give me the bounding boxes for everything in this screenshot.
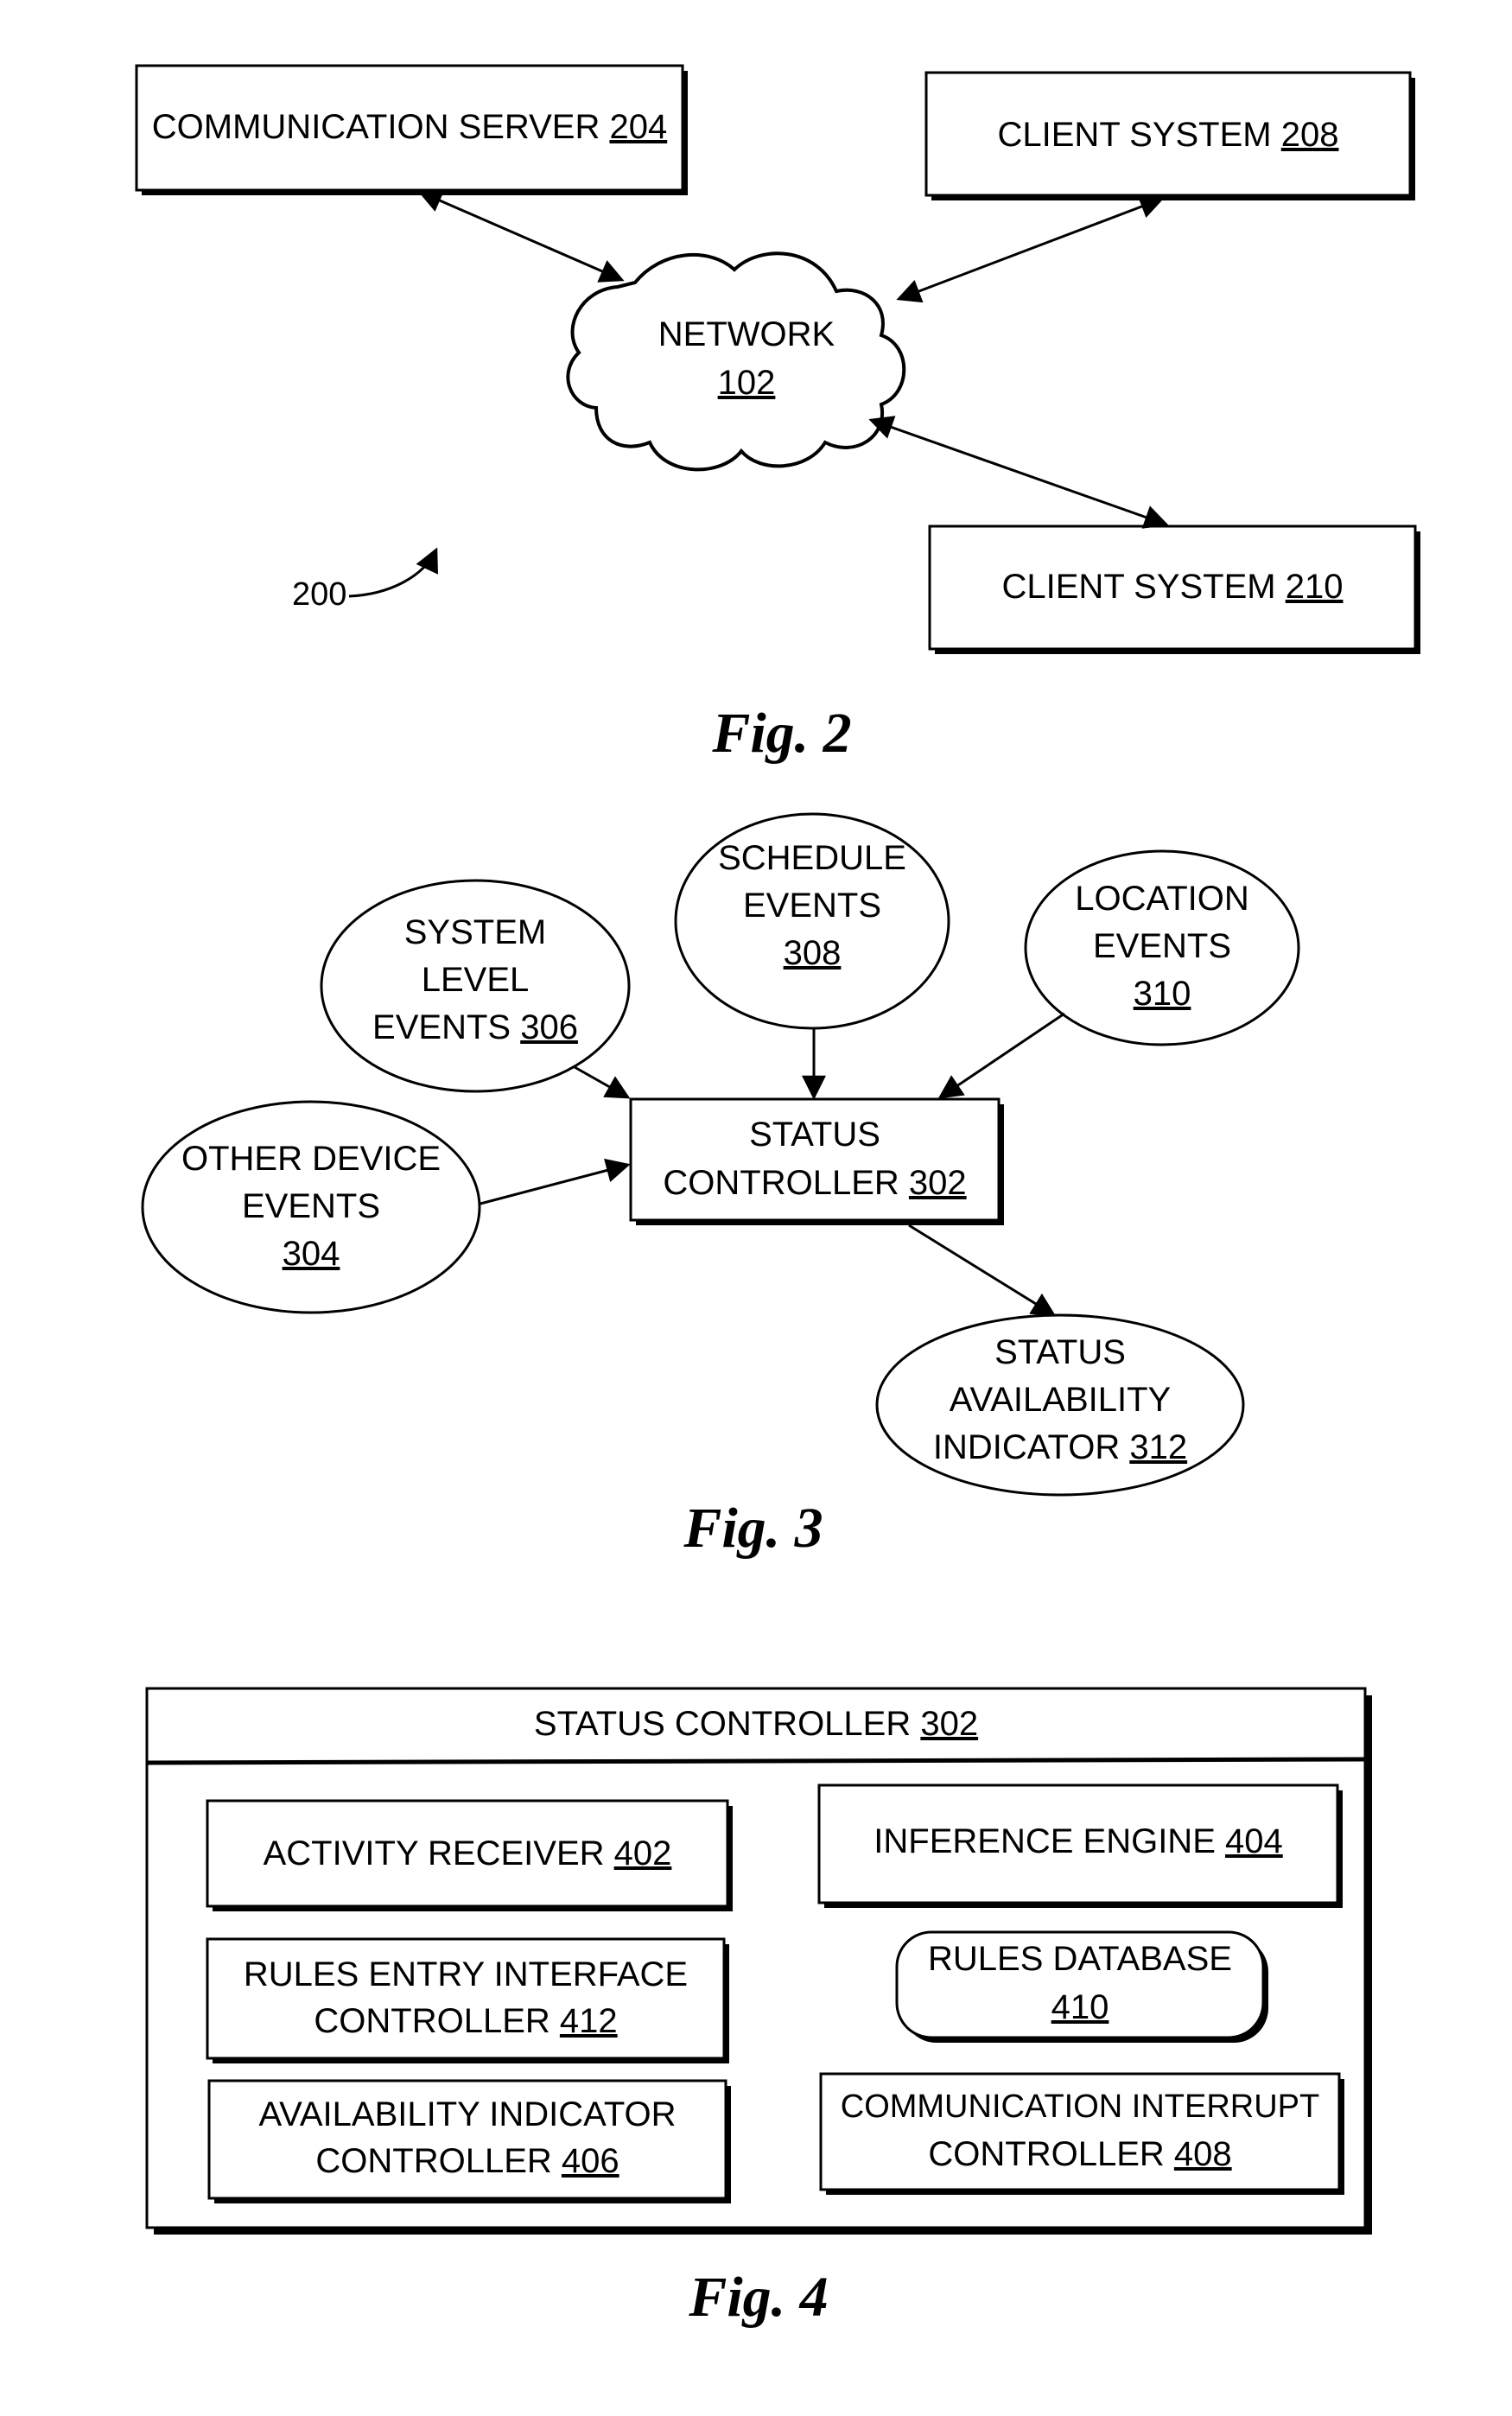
component-label-line: COMMUNICATION INTERRUPT [841, 2089, 1320, 2125]
node-client-system-210: CLIENT SYSTEM 210 [928, 525, 1420, 654]
svg-text:COMMUNICATION SERVER 204: COMMUNICATION SERVER 204 [152, 108, 667, 146]
figure-4: STATUS CONTROLLER 302 ACTIVITY RECEIVER … [145, 1687, 1372, 2329]
component-label: ACTIVITY RECEIVER [264, 1834, 614, 1872]
network-ref: 102 [718, 364, 776, 402]
node-ref: 204 [609, 108, 667, 146]
node-label-line: OTHER DEVICE [181, 1140, 441, 1178]
component-availability-indicator-controller: AVAILABILITY INDICATOR CONTROLLER 406 [207, 2079, 731, 2203]
node-label: COMMUNICATION SERVER [152, 108, 610, 146]
component-activity-receiver: ACTIVITY RECEIVER 402 [206, 1799, 733, 1911]
node-label-line: LEVEL [422, 961, 530, 999]
figure-3: SYSTEM LEVEL EVENTS 306 SCHEDULE EVENTS … [141, 812, 1300, 1560]
svg-text:INFERENCE ENGINE 404: INFERENCE ENGINE 404 [874, 1822, 1282, 1860]
node-status-availability-indicator: STATUS AVAILABILITY INDICATOR 312 [875, 1313, 1245, 1497]
node-label-line: LOCATION [1075, 880, 1249, 918]
svg-text:EVENTS 306: EVENTS 306 [372, 1008, 578, 1046]
edge-location-to-controller [937, 1012, 1065, 1099]
node-ref: 208 [1281, 116, 1339, 154]
component-ref: 410 [1051, 1988, 1109, 2026]
figure-caption: Fig. 4 [688, 2266, 828, 2329]
node-location-events: LOCATION EVENTS 310 [1024, 849, 1300, 1046]
node-label: CLIENT SYSTEM [1002, 568, 1286, 606]
node-ref: 308 [784, 934, 842, 972]
reference-200: 200 [292, 547, 438, 613]
edge-client208-network [896, 194, 1165, 303]
node-ref: 310 [1134, 975, 1191, 1013]
node-label-line: EVENTS [1093, 927, 1231, 965]
component-ref: 408 [1174, 2135, 1232, 2173]
component-label: INFERENCE ENGINE [874, 1822, 1225, 1860]
node-schedule-events: SCHEDULE EVENTS 308 [674, 812, 950, 1030]
node-label-line: EVENTS [242, 1187, 380, 1225]
node-ref: 304 [283, 1235, 340, 1273]
component-label-line: RULES ENTRY INTERFACE [244, 1955, 688, 1993]
node-ref: 302 [909, 1164, 967, 1202]
edge-other-device-to-controller [480, 1158, 631, 1205]
edge-system-level-to-controller [574, 1065, 631, 1099]
component-ref: 412 [560, 2002, 618, 2040]
node-label-line: INDICATOR [933, 1428, 1129, 1466]
node-ref: 210 [1286, 568, 1344, 606]
component-rules-database: RULES DATABASE 410 [895, 1930, 1268, 2043]
node-other-device-events: OTHER DEVICE EVENTS 304 [141, 1100, 481, 1314]
reference-number: 200 [292, 576, 346, 613]
component-label-line: CONTROLLER [314, 2002, 560, 2040]
node-system-level-events: SYSTEM LEVEL EVENTS 306 [320, 879, 631, 1093]
component-ref: 404 [1225, 1822, 1283, 1860]
component-rules-entry-interface-controller: RULES ENTRY INTERFACE CONTROLLER 412 [206, 1937, 729, 2063]
container-ref: 302 [920, 1705, 978, 1743]
node-network-cloud: NETWORK 102 [566, 251, 906, 472]
component-inference-engine: INFERENCE ENGINE 404 [817, 1783, 1343, 1908]
component-label-line: AVAILABILITY INDICATOR [258, 2095, 676, 2133]
component-label-line: RULES DATABASE [928, 1940, 1232, 1978]
node-label-line: EVENTS [372, 1008, 520, 1046]
svg-text:INDICATOR 312: INDICATOR 312 [933, 1428, 1187, 1466]
figure-caption: Fig. 2 [711, 702, 851, 765]
container-label: STATUS CONTROLLER [534, 1705, 920, 1743]
figure-2: COMMUNICATION SERVER 204 CLIENT SYSTEM 2… [135, 64, 1420, 765]
svg-text:CONTROLLER 408: CONTROLLER 408 [928, 2135, 1231, 2173]
node-ref: 312 [1129, 1428, 1187, 1466]
figure-caption: Fig. 3 [683, 1497, 823, 1560]
node-label-line: SCHEDULE [718, 839, 906, 877]
node-status-controller: STATUS CONTROLLER 302 [629, 1097, 1004, 1225]
node-label: CLIENT SYSTEM [998, 116, 1281, 154]
svg-text:ACTIVITY RECEIVER 402: ACTIVITY RECEIVER 402 [264, 1834, 672, 1872]
node-communication-server: COMMUNICATION SERVER 204 [135, 64, 688, 195]
edge-server-network [417, 189, 625, 283]
node-client-system-208: CLIENT SYSTEM 208 [924, 71, 1415, 200]
patent-figures: COMMUNICATION SERVER 204 CLIENT SYSTEM 2… [135, 64, 1420, 2329]
edge-controller-to-indicator [908, 1224, 1057, 1317]
node-label-line: EVENTS [743, 887, 881, 925]
component-label-line: CONTROLLER [315, 2142, 562, 2180]
svg-text:CLIENT SYSTEM 208: CLIENT SYSTEM 208 [998, 116, 1339, 154]
reference-arrow-icon [348, 547, 438, 598]
node-ref: 306 [520, 1008, 578, 1046]
node-label-line: STATUS [749, 1116, 880, 1154]
node-label-line: STATUS [994, 1333, 1126, 1371]
component-ref: 406 [562, 2142, 619, 2180]
container-title: STATUS CONTROLLER 302 [534, 1705, 978, 1743]
component-communication-interrupt-controller: COMMUNICATION INTERRUPT CONTROLLER 408 [819, 2072, 1344, 2195]
node-label-line: AVAILABILITY [950, 1381, 1171, 1419]
svg-text:CONTROLLER 412: CONTROLLER 412 [314, 2002, 617, 2040]
svg-text:CONTROLLER 406: CONTROLLER 406 [315, 2142, 619, 2180]
edge-client210-network [868, 416, 1169, 529]
node-label-line: CONTROLLER [663, 1164, 909, 1202]
svg-text:CLIENT SYSTEM 210: CLIENT SYSTEM 210 [1002, 568, 1344, 606]
network-label: NETWORK [658, 315, 835, 353]
node-label-line: SYSTEM [404, 913, 546, 951]
svg-text:CONTROLLER 302: CONTROLLER 302 [663, 1164, 966, 1202]
component-ref: 402 [614, 1834, 672, 1872]
component-label-line: CONTROLLER [928, 2135, 1174, 2173]
